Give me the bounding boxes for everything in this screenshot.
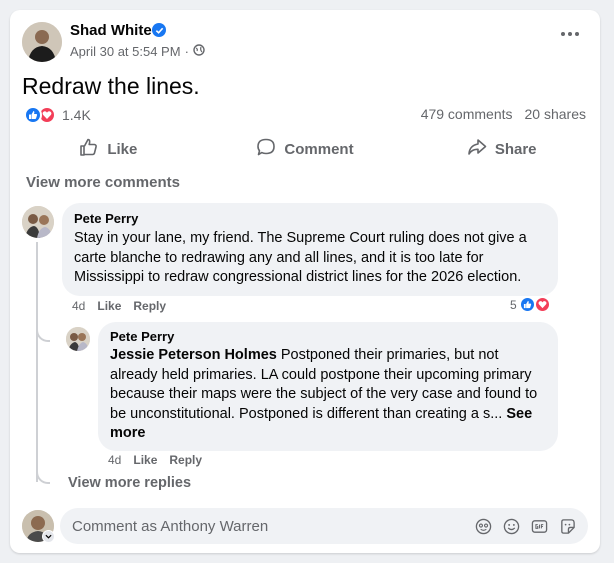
reactions-summary[interactable]: 1.4K <box>24 106 91 124</box>
emoji-icon[interactable] <box>502 517 520 535</box>
comment-reply-button[interactable]: Reply <box>133 299 166 313</box>
gif-icon[interactable] <box>530 517 548 535</box>
comment-text: Stay in your lane, my friend. The Suprem… <box>74 230 527 285</box>
reply-connector <box>36 328 50 342</box>
view-more-replies-link[interactable]: View more replies <box>68 475 191 491</box>
comment-time[interactable]: 4d <box>72 299 85 313</box>
replies-connector <box>36 470 50 484</box>
post-meta: April 30 at 5:54 PM · <box>70 44 205 59</box>
comments-count[interactable]: 479 comments <box>421 106 513 122</box>
post-timestamp[interactable]: April 30 at 5:54 PM <box>70 44 181 59</box>
view-more-comments-link[interactable]: View more comments <box>26 174 180 191</box>
sticker-icon[interactable] <box>558 517 576 535</box>
like-button[interactable]: Like <box>10 132 207 166</box>
reply-author[interactable]: Pete Perry <box>110 329 546 344</box>
commenter-avatar[interactable] <box>22 206 54 238</box>
comment-composer[interactable]: Comment as Anthony Warren <box>60 508 588 544</box>
share-label: Share <box>494 140 537 158</box>
like-reaction-icon <box>24 106 42 124</box>
verified-badge-icon <box>152 23 166 37</box>
comment-input[interactable]: Comment as Anthony Warren <box>72 518 474 535</box>
reply-reply-button[interactable]: Reply <box>169 453 202 467</box>
comment-actions: 4d Like Reply <box>72 299 166 313</box>
share-button[interactable]: Share <box>403 132 600 166</box>
speech-bubble-icon <box>256 137 276 161</box>
comment-button[interactable]: Comment <box>207 132 404 166</box>
user-menu-chevron-icon[interactable] <box>42 530 55 543</box>
author-name[interactable]: Shad White <box>70 22 152 39</box>
reply-text-block: Jessie Peterson Holmes Postponed their p… <box>110 346 546 444</box>
author-avatar[interactable] <box>22 22 62 62</box>
reply-time[interactable]: 4d <box>108 453 121 467</box>
reply-bubble: Pete Perry Jessie Peterson Holmes Postpo… <box>98 322 558 451</box>
avatar-sticker-icon[interactable] <box>474 517 492 535</box>
post-stats: 479 comments 20 shares <box>421 106 586 122</box>
love-reaction-icon <box>533 296 551 313</box>
like-reaction-icon <box>518 296 536 313</box>
thread-line <box>36 242 38 482</box>
more-options-icon[interactable] <box>561 32 579 36</box>
like-label: Like <box>107 140 138 158</box>
replier-avatar[interactable] <box>66 327 90 351</box>
comment-reactions[interactable]: 5 <box>510 296 551 313</box>
globe-icon <box>193 44 205 59</box>
comment-reaction-count: 5 <box>510 297 517 312</box>
post-text: Redraw the lines. <box>22 73 200 99</box>
thumbs-up-icon <box>79 137 99 161</box>
reaction-count: 1.4K <box>62 107 91 123</box>
comment-author[interactable]: Pete Perry <box>74 211 546 226</box>
reply-like-button[interactable]: Like <box>133 453 157 467</box>
comment-label: Comment <box>284 140 354 158</box>
share-arrow-icon <box>467 137 487 161</box>
post-actions: Like Comment Share <box>10 132 600 166</box>
reply-actions: 4d Like Reply <box>108 453 202 467</box>
post-card: Shad White April 30 at 5:54 PM · Redraw … <box>10 10 600 553</box>
shares-count[interactable]: 20 shares <box>525 106 586 122</box>
comment-like-button[interactable]: Like <box>97 299 121 313</box>
reply-mention[interactable]: Jessie Peterson Holmes <box>110 347 277 363</box>
comment-bubble: Pete Perry Stay in your lane, my friend.… <box>62 203 558 296</box>
